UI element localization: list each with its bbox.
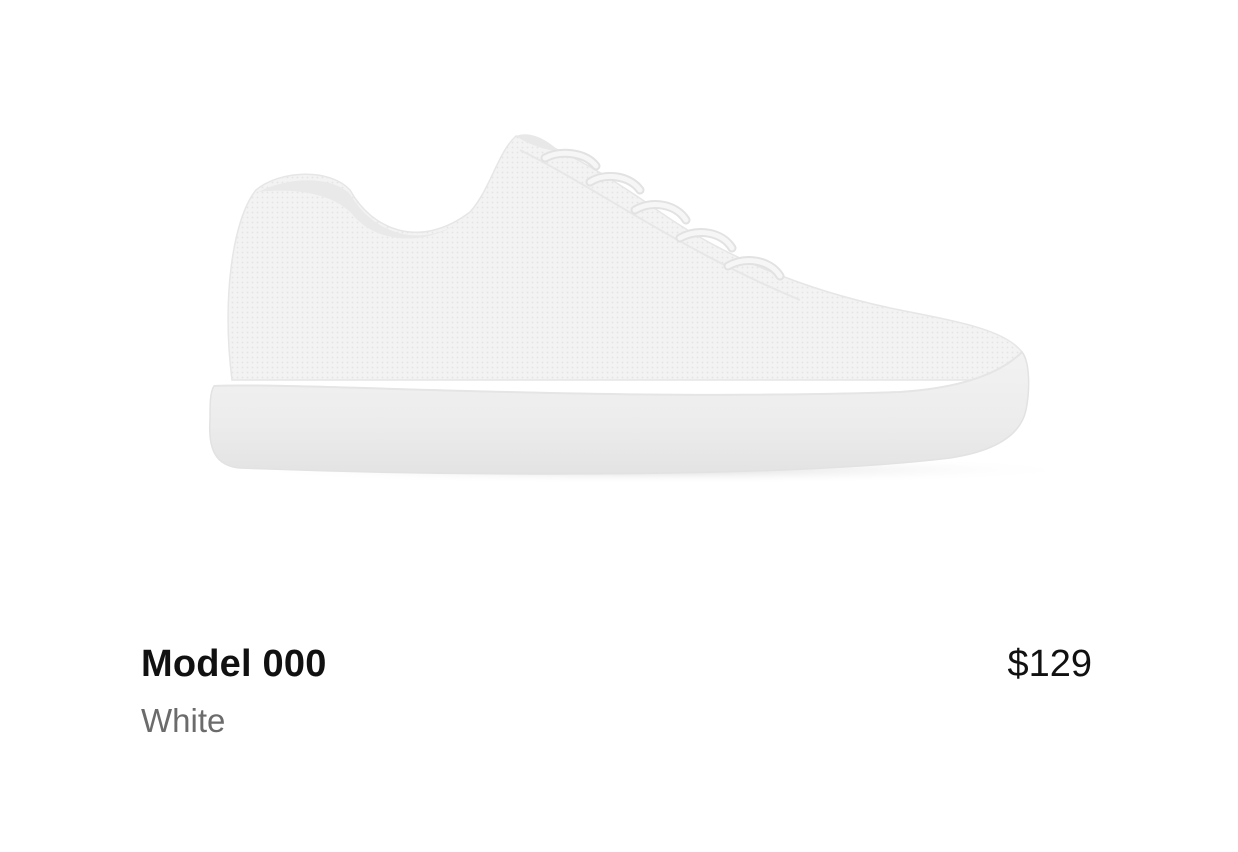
sneaker-image (208, 134, 1090, 484)
product-price: $129 (1007, 643, 1092, 685)
product-card[interactable]: Model 000 White $129 (0, 0, 1238, 852)
product-name[interactable]: Model 000 (141, 641, 327, 687)
product-image[interactable] (0, 0, 1238, 600)
product-color-name: White (141, 702, 226, 739)
